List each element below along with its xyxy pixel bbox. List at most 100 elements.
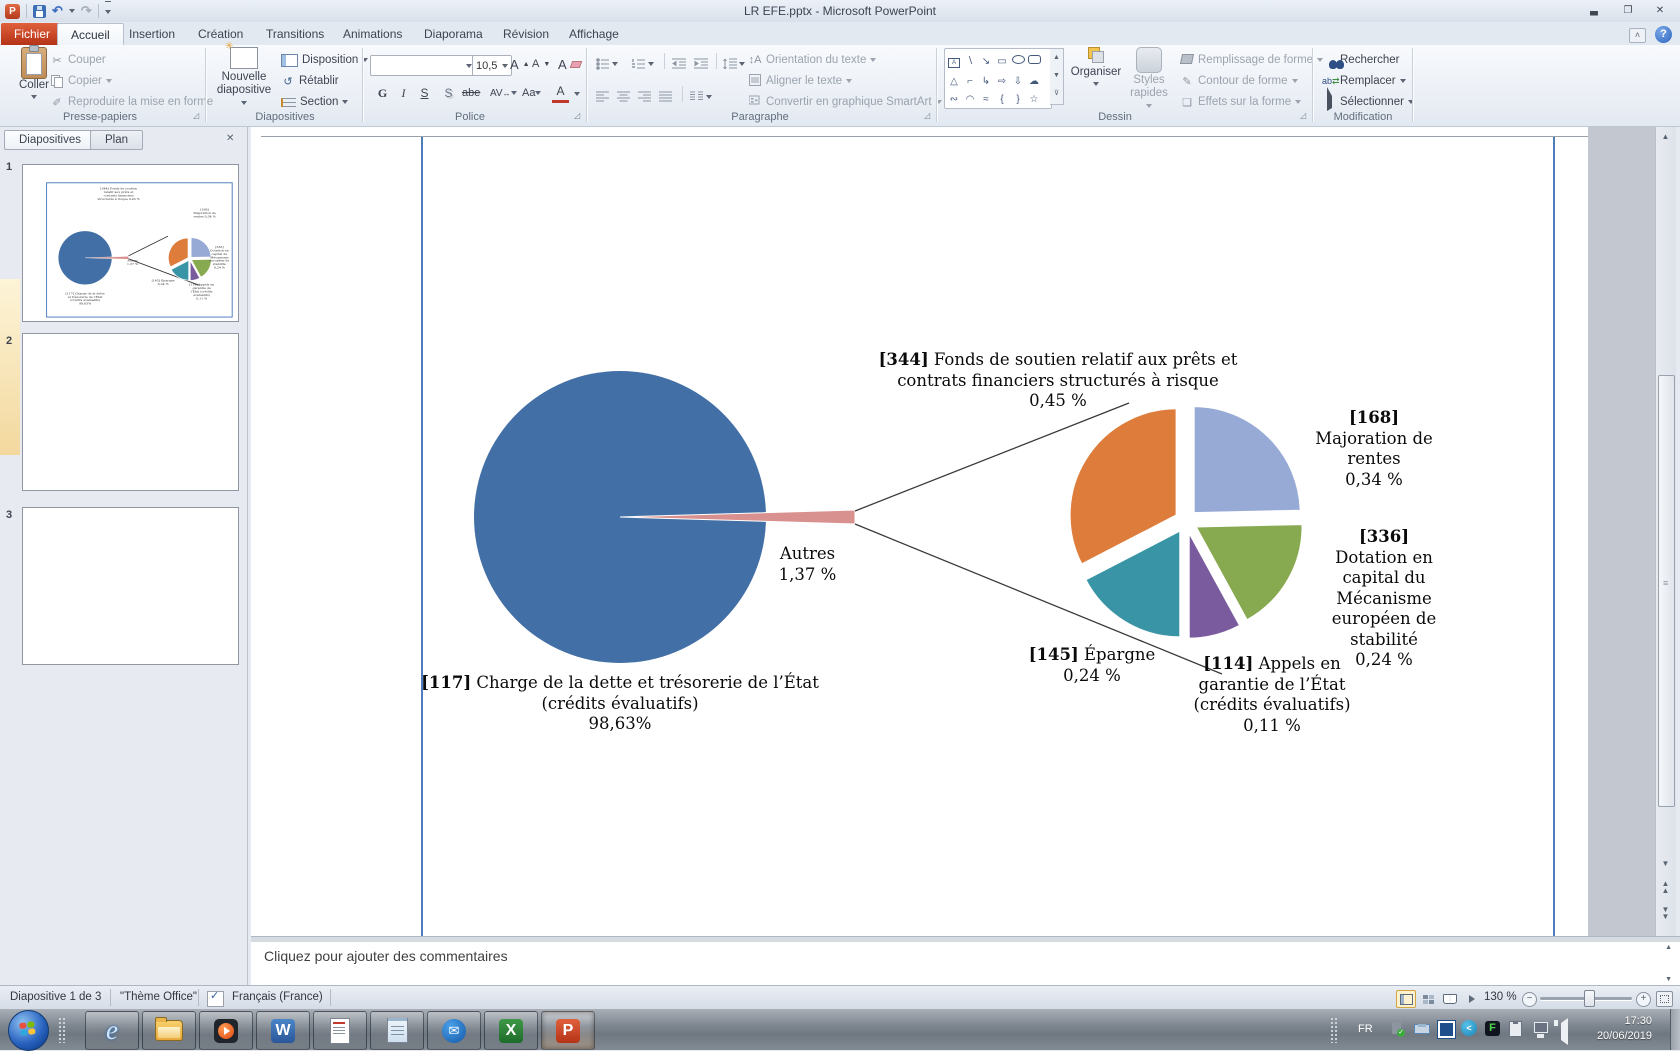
new-slide-button[interactable]: Nouvelle diapositive [212,47,276,109]
text-direction-button[interactable]: ↕AOrientation du texte [748,50,876,70]
right-arrow-shape-icon[interactable]: ⇨ [994,74,1010,89]
format-painter-button[interactable]: ✐Reproduire la mise en forme [50,92,213,112]
strikethrough-button[interactable]: abe [462,84,480,103]
pane-tab-slides[interactable]: Diapositives [4,130,96,150]
share-tray-icon[interactable]: < [1461,1020,1478,1037]
notes-scroll-up-icon[interactable]: ▲ [1665,944,1672,951]
show-desktop-button[interactable] [1670,1009,1680,1050]
help-icon[interactable]: ? [1655,26,1672,43]
clipboard-tray-icon[interactable] [1507,1020,1524,1037]
chart-label-336[interactable]: [336] Dotation en capital du Mécanisme e… [1322,527,1446,671]
taskbar-notepad[interactable] [370,1011,424,1050]
close-pane-icon[interactable]: ✕ [226,133,234,144]
font-color-button[interactable]: A [552,84,569,103]
underline-button[interactable]: S [416,84,433,103]
clipboard-dialog-launcher-icon[interactable]: ◿ [193,111,199,120]
slideshow-view-button[interactable] [1462,990,1482,1008]
tab-creation[interactable]: Création [185,23,256,45]
taskbar-windows-explorer[interactable] [142,1011,196,1050]
rounded-rectangle-shape-icon[interactable] [1026,52,1042,67]
language-tray-indicator[interactable]: FR [1358,1023,1373,1035]
text-box-shape-icon[interactable]: A [946,56,962,71]
reset-button[interactable]: ↺Rétablir [281,71,339,91]
shapes-gallery-scroll[interactable]: ▲▼⊽ [1050,48,1064,105]
taskbar-media-player[interactable] [199,1011,253,1050]
scrollbar-thumb[interactable] [1658,375,1675,807]
tab-revision[interactable]: Révision [490,23,562,45]
tab-insertion[interactable]: Insertion [116,23,188,45]
volume-tray-icon[interactable] [1556,1020,1573,1037]
notes-placeholder[interactable]: Cliquez pour ajouter des commentaires [264,948,508,964]
bullets-button[interactable] [596,54,618,74]
notes-scroll-down-icon[interactable]: ▼ [1665,976,1672,983]
oval-shape-icon[interactable] [1010,52,1026,67]
justify-button[interactable] [659,87,672,107]
taskbar-powerpoint[interactable]: P [541,1011,595,1050]
start-button[interactable] [8,1010,49,1051]
clear-formatting-button[interactable]: A [558,54,581,74]
quick-styles-button[interactable]: Styles rapides [1126,47,1172,112]
chart-label-autres[interactable]: Autres 1,37 % [765,544,850,585]
usb-tray-icon[interactable]: ✓ [1388,1020,1405,1037]
close-button[interactable]: ✕ [1646,4,1674,18]
chart-label-344[interactable]: [344] Fonds de soutien relatif aux prêts… [870,350,1246,412]
numbering-button[interactable] [632,54,654,74]
align-right-button[interactable] [638,87,651,107]
find-button[interactable]: Rechercher [1322,50,1399,70]
arrange-button[interactable]: Organiser [1068,47,1124,90]
text-shadow-button[interactable]: S [440,84,457,103]
vertical-scrollbar[interactable]: ▲ ▼ ▲▲ ▼▼ [1655,127,1676,936]
slide-thumbnail-3[interactable] [22,507,239,665]
line-shape-icon[interactable]: ∖ [962,54,978,69]
slide-sorter-view-button[interactable] [1418,990,1438,1008]
reading-view-button[interactable] [1440,990,1460,1008]
pane-tab-outline[interactable]: Plan [90,130,143,150]
collapse-ribbon-icon[interactable]: ˄ [1629,28,1646,43]
shrink-font-button[interactable]: A▼ [532,54,550,74]
cloud-shape-icon[interactable]: ☁ [1026,74,1042,89]
cut-button[interactable]: ✂Couper [50,50,106,70]
rectangle-shape-icon[interactable]: ▭ [994,54,1010,69]
network-tray-icon[interactable] [1532,1020,1549,1037]
slide-editing-area[interactable]: [344] Fonds de soutien relatif aux prêts… [251,127,1588,936]
increase-indent-button[interactable] [694,54,708,74]
spellcheck-icon[interactable]: ✓ [207,991,224,1007]
align-center-button[interactable] [617,87,630,107]
grow-font-button[interactable]: A▲ [510,54,530,74]
star-shape-icon[interactable]: ☆ [1026,92,1042,107]
notes-panel[interactable]: Cliquez pour ajouter des commentaires ▲ … [251,942,1680,985]
zoom-out-icon[interactable]: − [1522,992,1537,1007]
align-left-button[interactable] [596,87,609,107]
taskbar-excel[interactable]: X [484,1011,538,1050]
normal-view-button[interactable] [1396,990,1416,1008]
font-color-dropdown-icon[interactable] [568,84,585,103]
clock[interactable]: 17:3020/06/2019 [1597,1014,1652,1044]
printer-tray-icon[interactable] [1413,1020,1430,1037]
font-size-combobox[interactable]: 10,5 [472,55,512,76]
italic-button[interactable]: I [395,84,412,103]
shapes-gallery[interactable]: A∖↘▭ △⌐↳⇨⇩☁ ∾◠≈{}☆ [944,48,1052,109]
down-arrow-shape-icon[interactable]: ⇩ [1010,74,1026,89]
scroll-down-icon[interactable]: ▼ [1658,856,1673,871]
chart-label-114[interactable]: [114] Appels en garantie de l’État (créd… [1192,654,1352,736]
curve-shape-icon[interactable]: ≈ [978,92,994,107]
taskbar-word[interactable]: W [256,1011,310,1050]
tab-fichier[interactable]: Fichier [1,23,63,45]
taskbar-thunderbird[interactable]: ✉ [427,1011,481,1050]
left-brace-shape-icon[interactable]: { [994,92,1010,107]
shape-fill-button[interactable]: Remplissage de forme [1180,50,1323,70]
language-indicator[interactable]: Français (France) [232,991,323,1003]
shape-outline-button[interactable]: ✎Contour de forme [1180,71,1298,91]
tab-affichage[interactable]: Affichage [556,23,632,45]
tab-accueil[interactable]: Accueil [57,23,124,46]
restore-button[interactable]: ❐ [1614,4,1642,18]
fit-slide-to-window-icon[interactable] [1656,991,1673,1007]
bold-button[interactable]: G [374,84,391,103]
right-brace-shape-icon[interactable]: } [1010,92,1026,107]
align-text-button[interactable]: Aligner le texte [748,71,852,91]
arrow-shape-icon[interactable]: ↘ [978,54,994,69]
scribble-shape-icon[interactable]: ∾ [946,92,962,107]
chart-label-117[interactable]: [117] Charge de la dette et trésorerie d… [420,673,820,735]
tab-transitions[interactable]: Transitions [253,23,337,45]
display-tray-icon[interactable] [1438,1020,1455,1037]
